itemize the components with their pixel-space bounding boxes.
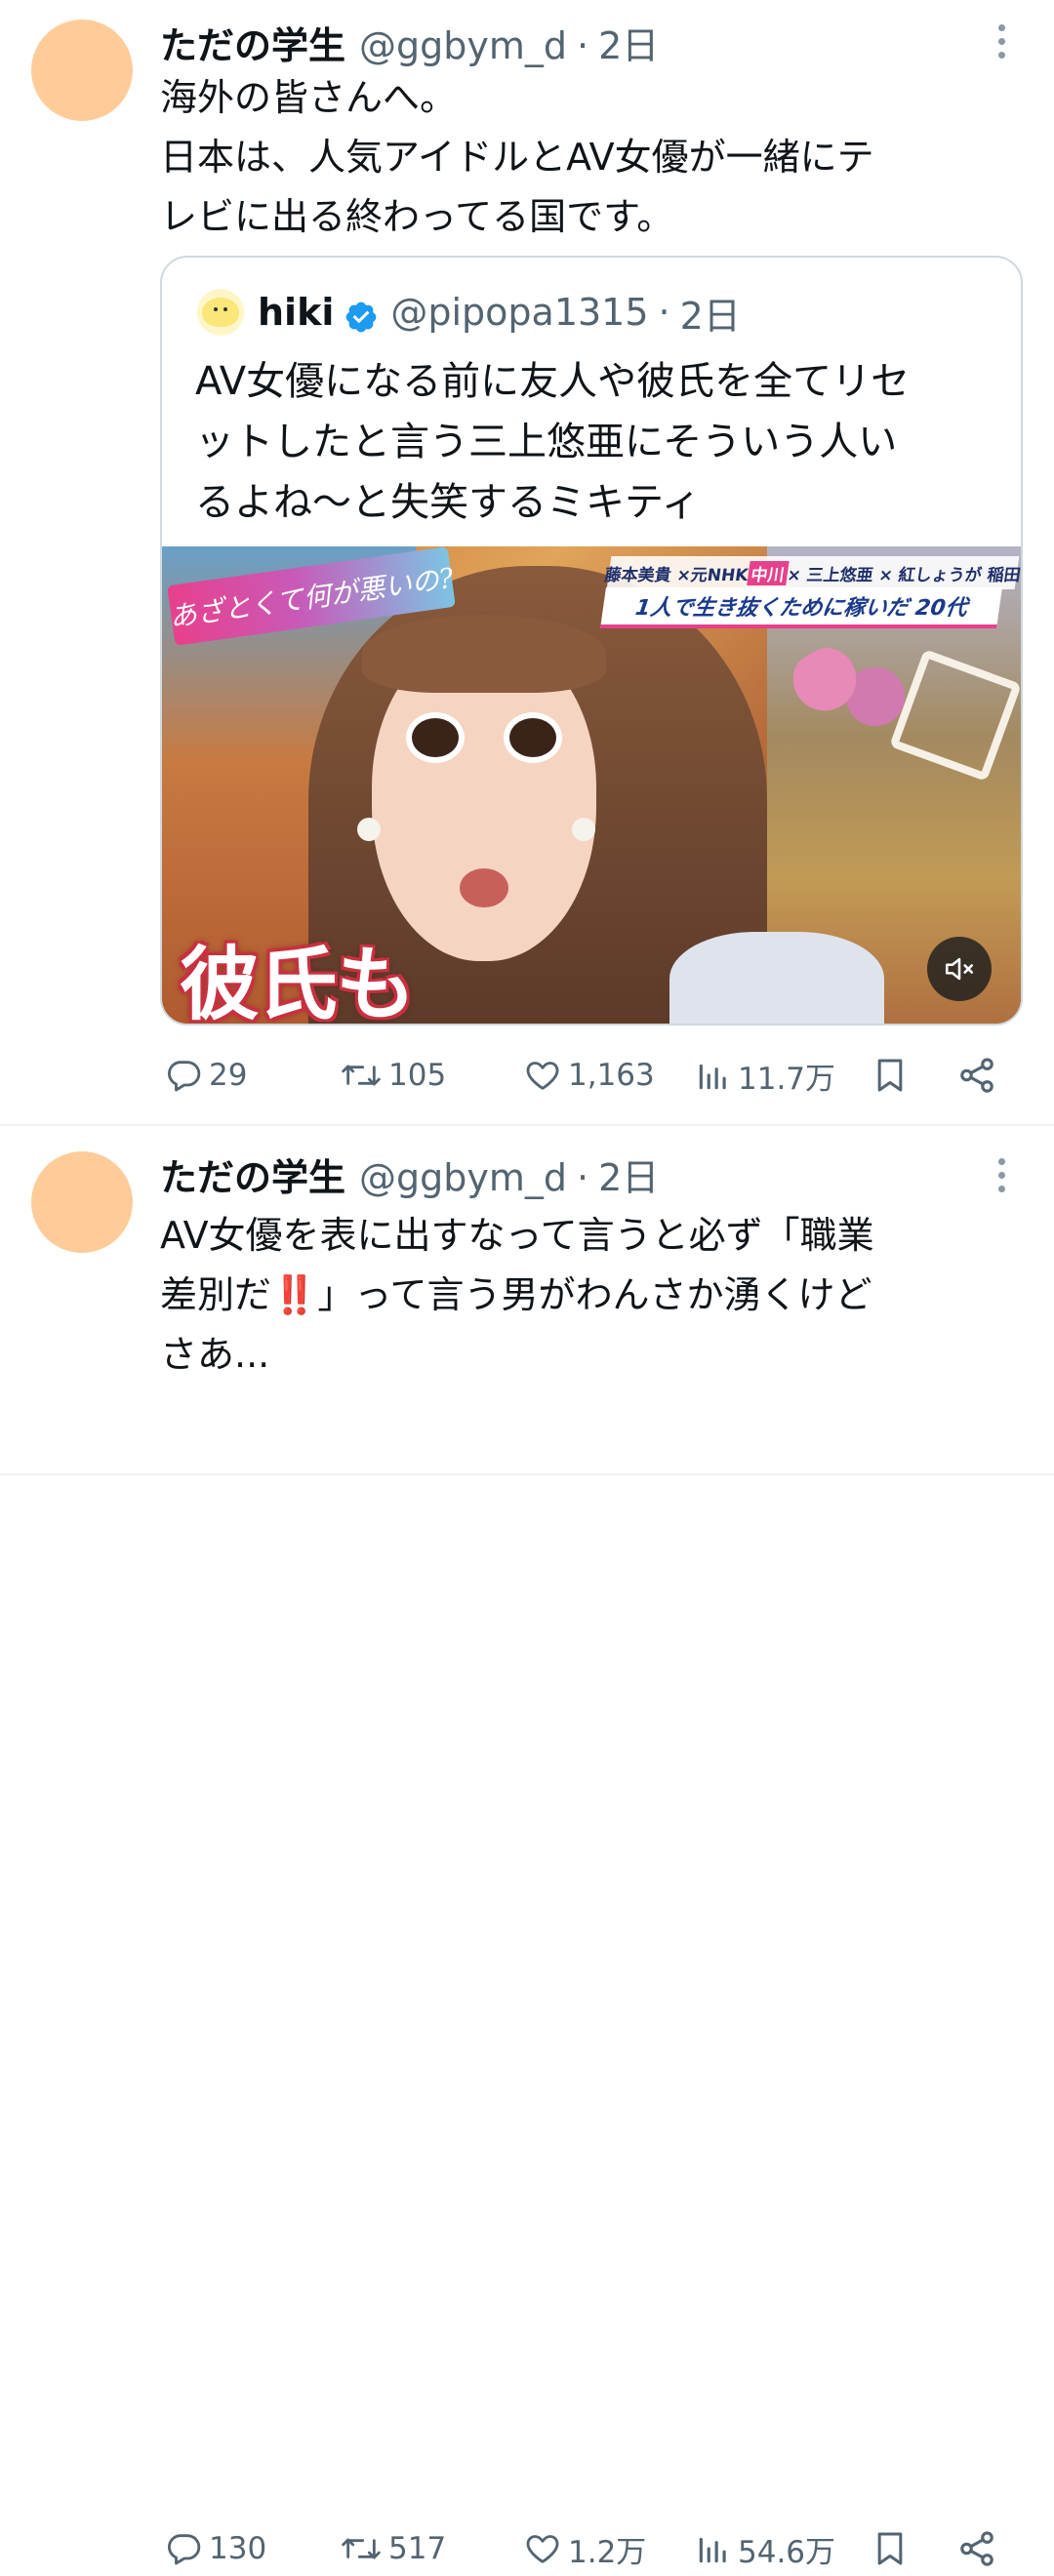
quoted-text-line: ットしたと言う三上悠亜にそういう人い	[195, 420, 898, 464]
user-handle[interactable]: @ggbym_d	[359, 24, 567, 67]
like-button[interactable]: 1.2万	[523, 2521, 646, 2576]
verified-badge-icon	[346, 302, 377, 333]
bookmark-button[interactable]	[871, 1048, 910, 1103]
episode-subtitle: 1人で生き抜くために稼いだ 20代	[600, 587, 1002, 628]
double-exclamation-emoji: ‼️	[271, 1273, 318, 1316]
person-dress	[669, 932, 884, 1024]
timestamp[interactable]: 2日	[598, 16, 659, 69]
video-caption: 彼氏も	[180, 938, 416, 1024]
flowers-decoration	[787, 644, 913, 732]
share-button[interactable]	[956, 1048, 997, 1103]
avatar[interactable]	[31, 1151, 133, 1253]
user-handle[interactable]: @ggbym_d	[359, 1156, 567, 1199]
reply-count: 29	[209, 1058, 248, 1093]
reply-count: 130	[209, 2531, 267, 2566]
quoted-avatar	[197, 289, 244, 336]
guest-text: × 三上悠亜 × 紅しょうが 稲田	[786, 565, 1021, 585]
views-button[interactable]: 54.6万	[695, 2521, 835, 2576]
separator-dot: ·	[577, 1156, 589, 1199]
retweet-count: 517	[388, 2531, 447, 2566]
quoted-display-name: hiki	[258, 291, 335, 334]
guest-banner: 藤本美貴 ×元NHK 中川 × 三上悠亜 × 紅しょうが 稲田	[603, 556, 1021, 589]
reply-button[interactable]: 29	[164, 1048, 247, 1103]
reply-icon	[168, 2534, 201, 2565]
bookmark-icon	[877, 1059, 903, 1092]
tweet-text-line: AV女優を表に出すなって言うと必ず「職業	[160, 1214, 874, 1257]
guest-highlight: 中川	[747, 560, 790, 585]
retweet-count: 105	[388, 1058, 447, 1093]
tweet-text-line: 差別だ‼️」って言う男がわんさか湧くけど	[160, 1266, 1019, 1325]
person-eye	[504, 712, 562, 763]
views-button[interactable]: 11.7万	[695, 1048, 835, 1103]
tweet-text-line: さあ...	[160, 1333, 270, 1376]
reply-button[interactable]: 130	[164, 2521, 266, 2576]
display-name[interactable]: ただの学生	[160, 1147, 345, 1201]
like-count: 1.2万	[568, 2534, 647, 2570]
tweet-actions: 29 105 1,163 11.7万	[160, 1048, 1019, 1103]
more-vertical-icon[interactable]	[984, 1151, 1019, 1198]
more-vertical-icon[interactable]	[984, 18, 1019, 64]
views-icon	[699, 1064, 726, 1090]
tweet-text-line: 日本は、人気アイドルとAV女優が一緒にテ	[160, 136, 874, 179]
earring	[357, 818, 381, 841]
quoted-timestamp: 2日	[679, 294, 741, 338]
bookmark-button[interactable]	[871, 2521, 910, 2576]
tweet-actions: 130 517 1.2万 54.6万	[160, 2521, 1019, 2576]
share-icon	[960, 1058, 993, 1093]
person-mouth	[460, 868, 508, 907]
earring	[572, 818, 595, 841]
tweet-header: ただの学生 @ggbym_d · 2日	[160, 16, 659, 69]
views-count: 11.7万	[738, 1061, 836, 1097]
tweet-text: 海外の皆さんへ。 日本は、人気アイドルとAV女優が一緒にテ レビに出る終わってる…	[160, 68, 1019, 247]
guest-text: 藤本美貴 ×元NHK	[603, 565, 750, 585]
separator-dot: ·	[577, 24, 589, 67]
timestamp[interactable]: 2日	[598, 1147, 659, 1201]
quoted-tweet-text: AV女優になる前に友人や彼氏を全てリセ ットしたと言う三上悠亜にそういう人い る…	[195, 351, 995, 533]
retweet-button[interactable]: 517	[340, 2521, 446, 2576]
quoted-text-line: AV女優になる前に友人や彼氏を全てリセ	[195, 359, 911, 404]
tweet-text-segment: 」って言う男がわんさか湧くけど	[317, 1273, 872, 1316]
person-bangs	[362, 615, 606, 693]
retweet-icon	[342, 1065, 381, 1086]
tweet-text-line: レビに出る終わってる国です。	[160, 195, 674, 238]
video-player[interactable]: あざとくて何が悪いの? 藤本美貴 ×元NHK 中川 × 三上悠亜 × 紅しょうが…	[162, 546, 1021, 1024]
tweet-text: AV女優を表に出すなって言うと必ず「職業 差別だ‼️」って言う男がわんさか湧くけ…	[160, 1206, 1019, 1385]
tweet[interactable]: ただの学生 @ggbym_d · 2日 海外の皆さんへ。 日本は、人気アイドルと…	[0, 0, 1054, 1126]
heart-icon	[526, 2535, 559, 2563]
retweet-button[interactable]: 105	[340, 1048, 446, 1103]
share-button[interactable]	[956, 2521, 997, 2576]
retweet-icon	[342, 2538, 381, 2559]
reply-icon	[168, 1061, 201, 1092]
views-icon	[699, 2537, 726, 2563]
separator-dot: ·	[658, 291, 670, 334]
like-button[interactable]: 1,163	[523, 1048, 655, 1103]
like-count: 1,163	[568, 1058, 655, 1093]
tweet-header: ただの学生 @ggbym_d · 2日	[160, 1147, 659, 1201]
heart-icon	[526, 1062, 559, 1090]
quoted-tweet-header: hiki @pipopa1315 · 2日	[197, 285, 741, 340]
views-count: 54.6万	[738, 2534, 836, 2570]
quoted-text-line: るよね〜と失笑するミキティ	[195, 480, 701, 525]
bookmark-icon	[877, 2532, 903, 2565]
tweet-text-line: 海外の皆さんへ。	[160, 76, 458, 119]
tweet-text-segment: 差別だ	[160, 1273, 272, 1316]
quoted-tweet[interactable]: hiki @pipopa1315 · 2日 AV女優になる前に友人や彼氏を全てリ…	[160, 256, 1023, 1026]
avatar[interactable]	[31, 20, 133, 121]
person-eye	[406, 712, 465, 763]
display-name[interactable]: ただの学生	[160, 16, 345, 69]
quoted-handle: @pipopa1315	[390, 291, 649, 334]
volume-muted-icon[interactable]	[927, 937, 992, 1001]
share-icon	[960, 2531, 993, 2566]
